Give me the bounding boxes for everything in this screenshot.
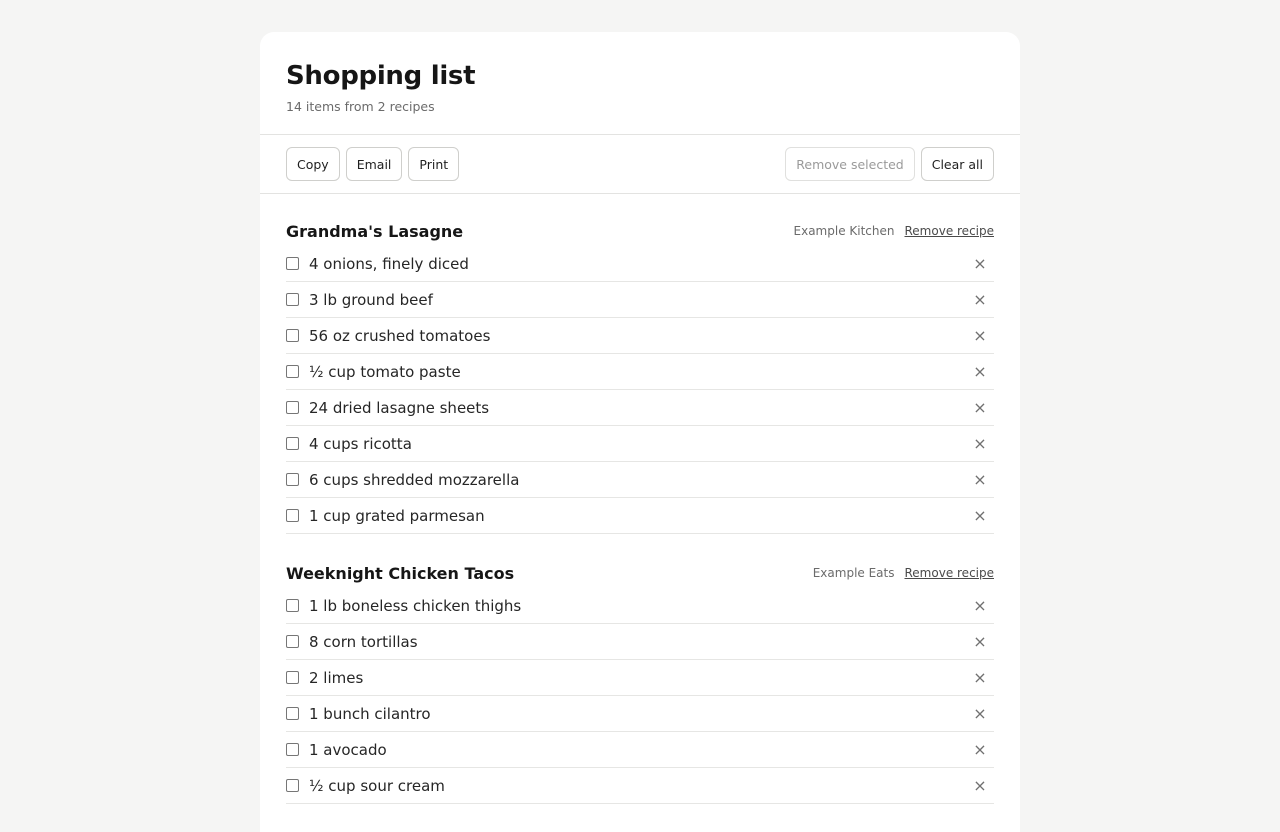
item-checkbox[interactable]	[286, 707, 299, 720]
page-title: Shopping list	[286, 61, 476, 91]
list-item: 1 cup grated parmesan ×	[286, 498, 994, 534]
item-checkbox[interactable]	[286, 599, 299, 612]
item-label: 1 avocado	[309, 740, 387, 759]
item-label: 1 bunch cilantro	[309, 704, 431, 723]
recipe-header: Grandma's Lasagne Example Kitchen Remove…	[286, 218, 994, 244]
item-label: ½ cup sour cream	[309, 776, 445, 795]
remove-item-icon[interactable]: ×	[968, 252, 992, 276]
item-checkbox[interactable]	[286, 743, 299, 756]
list-item: 8 corn tortillas ×	[286, 624, 994, 660]
recipe-source: Example Kitchen	[793, 224, 895, 238]
list-item: 3 lb ground beef ×	[286, 282, 994, 318]
share-actions: Copy Email Print	[286, 147, 460, 181]
item-checkbox[interactable]	[286, 779, 299, 792]
remove-item-icon[interactable]: ×	[968, 738, 992, 762]
recipe-meta: Example Eats Remove recipe	[813, 566, 994, 580]
shopping-list-card: Shopping list 14 items from 2 recipes Co…	[260, 32, 1020, 832]
item-count-summary: 14 items from 2 recipes	[286, 99, 435, 114]
remove-item-icon[interactable]: ×	[968, 702, 992, 726]
remove-item-icon[interactable]: ×	[968, 504, 992, 528]
item-checkbox[interactable]	[286, 293, 299, 306]
list-item: 1 lb boneless chicken thighs ×	[286, 588, 994, 624]
list-header: Shopping list 14 items from 2 recipes	[260, 32, 1020, 135]
item-checkbox[interactable]	[286, 671, 299, 684]
remove-item-icon[interactable]: ×	[968, 666, 992, 690]
item-checkbox[interactable]	[286, 473, 299, 486]
recipe-header: Weeknight Chicken Tacos Example Eats Rem…	[286, 560, 994, 586]
list-item: 4 onions, finely diced ×	[286, 246, 994, 282]
item-label: ½ cup tomato paste	[309, 362, 461, 381]
recipe-list: Grandma's Lasagne Example Kitchen Remove…	[260, 218, 1020, 804]
recipe-title: Grandma's Lasagne	[286, 221, 464, 241]
item-checkbox[interactable]	[286, 437, 299, 450]
list-item: 2 limes ×	[286, 660, 994, 696]
item-label: 4 onions, finely diced	[309, 254, 469, 273]
list-item: 4 cups ricotta ×	[286, 426, 994, 462]
item-label: 4 cups ricotta	[309, 434, 412, 453]
item-label: 8 corn tortillas	[309, 632, 418, 651]
ingredient-list: 4 onions, finely diced × 3 lb ground beef…	[286, 246, 994, 534]
remove-item-icon[interactable]: ×	[968, 396, 992, 420]
remove-item-icon[interactable]: ×	[968, 360, 992, 384]
item-label: 56 oz crushed tomatoes	[309, 326, 491, 345]
item-checkbox[interactable]	[286, 401, 299, 414]
clear-all-button[interactable]: Clear all	[920, 147, 994, 181]
email-button[interactable]: Email	[345, 147, 403, 181]
recipe-section: Grandma's Lasagne Example Kitchen Remove…	[286, 218, 994, 534]
list-item: 6 cups shredded mozzarella ×	[286, 462, 994, 498]
recipe-meta: Example Kitchen Remove recipe	[794, 224, 994, 238]
ingredient-list: 1 lb boneless chicken thighs × 8 corn tor…	[286, 588, 994, 804]
list-item: 1 avocado ×	[286, 732, 994, 768]
remove-selected-button[interactable]: Remove selected	[785, 147, 915, 181]
list-item: ½ cup tomato paste ×	[286, 354, 994, 390]
item-checkbox[interactable]	[286, 365, 299, 378]
toolbar: Copy Email Print Remove selected Clear a…	[260, 135, 1020, 194]
item-checkbox[interactable]	[286, 329, 299, 342]
item-label: 6 cups shredded mozzarella	[309, 470, 520, 489]
list-item: 1 bunch cilantro ×	[286, 696, 994, 732]
item-label: 1 lb boneless chicken thighs	[309, 596, 522, 615]
recipe-section: Weeknight Chicken Tacos Example Eats Rem…	[286, 560, 994, 804]
list-item: 56 oz crushed tomatoes ×	[286, 318, 994, 354]
recipe-title: Weeknight Chicken Tacos	[286, 563, 515, 583]
remove-item-icon[interactable]: ×	[968, 630, 992, 654]
remove-item-icon[interactable]: ×	[968, 324, 992, 348]
item-label: 3 lb ground beef	[309, 290, 433, 309]
remove-item-icon[interactable]: ×	[968, 774, 992, 798]
remove-recipe-link[interactable]: Remove recipe	[905, 224, 995, 238]
list-item: ½ cup sour cream ×	[286, 768, 994, 804]
remove-item-icon[interactable]: ×	[968, 288, 992, 312]
item-checkbox[interactable]	[286, 635, 299, 648]
item-label: 1 cup grated parmesan	[309, 506, 485, 525]
remove-item-icon[interactable]: ×	[968, 468, 992, 492]
item-checkbox[interactable]	[286, 509, 299, 522]
remove-item-icon[interactable]: ×	[968, 432, 992, 456]
list-item: 24 dried lasagne sheets ×	[286, 390, 994, 426]
remove-actions: Remove selected Clear all	[785, 147, 994, 181]
print-button[interactable]: Print	[408, 147, 460, 181]
remove-item-icon[interactable]: ×	[968, 594, 992, 618]
remove-recipe-link[interactable]: Remove recipe	[905, 566, 995, 580]
recipe-source: Example Eats	[812, 566, 895, 580]
item-label: 24 dried lasagne sheets	[309, 398, 490, 417]
item-label: 2 limes	[309, 668, 364, 687]
copy-button[interactable]: Copy	[286, 147, 340, 181]
item-checkbox[interactable]	[286, 257, 299, 270]
